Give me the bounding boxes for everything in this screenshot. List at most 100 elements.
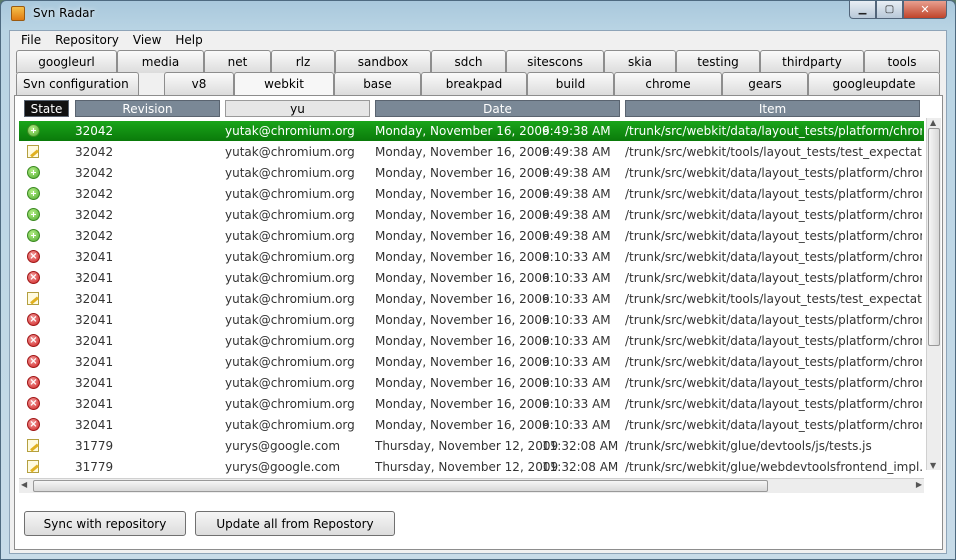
tab-webkit[interactable]: webkit xyxy=(234,72,334,95)
tab-sandbox[interactable]: sandbox xyxy=(335,50,431,73)
date-cell: Monday, November 16, 2009 xyxy=(375,145,550,159)
deleted-icon: × xyxy=(27,355,40,368)
date-cell: Monday, November 16, 2009 xyxy=(375,355,550,369)
header-state[interactable]: State xyxy=(24,100,69,117)
tab-net[interactable]: net xyxy=(204,50,271,73)
author-cell: yutak@chromium.org xyxy=(225,397,355,411)
tab-gears[interactable]: gears xyxy=(722,72,808,95)
table-row[interactable]: × 32041 yutak@chromium.org Monday, November… xyxy=(19,268,924,288)
scroll-down-icon[interactable]: ▼ xyxy=(930,461,936,470)
item-cell: /trunk/src/webkit/data/layout_tests/plat… xyxy=(625,166,922,180)
table-row[interactable]: 31779 yurys@google.com Thursday, November … xyxy=(19,436,924,456)
horizontal-scrollbar[interactable]: ◀ ▶ xyxy=(19,478,924,493)
table-row[interactable]: 32042 yutak@chromium.org Monday, November … xyxy=(19,142,924,162)
table-row[interactable]: × 32041 yutak@chromium.org Monday, November… xyxy=(19,394,924,414)
author-cell: yutak@chromium.org xyxy=(225,166,355,180)
item-cell: /trunk/src/webkit/data/layout_tests/plat… xyxy=(625,187,922,201)
tab-chrome[interactable]: chrome xyxy=(614,72,722,95)
time-cell: 6:10:33 AM xyxy=(542,292,611,306)
vertical-scroll-thumb[interactable] xyxy=(928,128,940,346)
update-all-button[interactable]: Update all from Repostory xyxy=(195,511,395,536)
state-cell: × xyxy=(27,271,41,285)
table-row[interactable]: 32042 yutak@chromium.org Monday, November … xyxy=(19,226,924,246)
time-cell: 6:49:38 AM xyxy=(542,208,611,222)
menu-repository[interactable]: Repository xyxy=(48,31,126,49)
tab-sitescons[interactable]: sitescons xyxy=(506,50,604,73)
minimize-icon[interactable]: ▁ xyxy=(849,1,876,19)
header-date[interactable]: Date xyxy=(375,100,620,117)
author-cell: yutak@chromium.org xyxy=(225,208,355,222)
table-row[interactable]: × 32041 yutak@chromium.org Monday, November… xyxy=(19,352,924,372)
maximize-icon[interactable]: ▢ xyxy=(876,1,903,19)
deleted-icon: × xyxy=(27,376,40,389)
item-cell: /trunk/src/webkit/data/layout_tests/plat… xyxy=(625,271,922,285)
tab-testing[interactable]: testing xyxy=(676,50,760,73)
table-row[interactable]: × 32041 yutak@chromium.org Monday, November… xyxy=(19,310,924,330)
scroll-left-icon[interactable]: ◀ xyxy=(21,480,27,489)
table-row[interactable]: 32041 yutak@chromium.org Monday, November … xyxy=(19,289,924,309)
table-row[interactable]: 31779 yurys@google.com Thursday, November … xyxy=(19,457,924,477)
state-cell: × xyxy=(27,418,41,432)
revision-cell: 32041 xyxy=(75,292,114,306)
header-item[interactable]: Item xyxy=(625,100,920,117)
author-cell: yurys@google.com xyxy=(225,460,341,474)
tab-v8[interactable]: v8 xyxy=(164,72,234,95)
author-filter-input[interactable]: yu xyxy=(225,100,370,117)
tab-breakpad[interactable]: breakpad xyxy=(421,72,527,95)
author-cell: yutak@chromium.org xyxy=(225,271,355,285)
modified-icon xyxy=(27,439,39,452)
table-row[interactable]: 32042 yutak@chromium.org Monday, November … xyxy=(19,205,924,225)
tab-googleurl[interactable]: googleurl xyxy=(16,50,117,73)
horizontal-scroll-thumb[interactable] xyxy=(33,480,768,492)
tab-base[interactable]: base xyxy=(334,72,421,95)
table-row[interactable]: 32042 yutak@chromium.org Monday, November … xyxy=(19,184,924,204)
time-cell: 6:10:33 AM xyxy=(542,271,611,285)
author-cell: yutak@chromium.org xyxy=(225,355,355,369)
time-cell: 6:49:38 AM xyxy=(542,166,611,180)
menu-help[interactable]: Help xyxy=(168,31,209,49)
item-cell: /trunk/src/webkit/tools/layout_tests/tes… xyxy=(625,145,922,159)
revision-cell: 32041 xyxy=(75,250,114,264)
table-row[interactable]: × 32041 yutak@chromium.org Monday, November… xyxy=(19,331,924,351)
title-bar[interactable]: Svn Radar ▁ ▢ ✕ xyxy=(1,1,955,29)
menu-view[interactable]: View xyxy=(126,31,168,49)
tab-media[interactable]: media xyxy=(117,50,204,73)
tab-rlz[interactable]: rlz xyxy=(271,50,335,73)
tab-skia[interactable]: skia xyxy=(604,50,676,73)
revision-cell: 31779 xyxy=(75,460,114,474)
time-cell: 6:49:38 AM xyxy=(542,145,611,159)
header-revision[interactable]: Revision xyxy=(75,100,220,117)
tab-build[interactable]: build xyxy=(527,72,614,95)
close-icon[interactable]: ✕ xyxy=(903,1,947,19)
state-cell xyxy=(27,166,41,180)
table-row[interactable]: 32042 yutak@chromium.org Monday, November … xyxy=(19,121,924,141)
state-cell: × xyxy=(27,376,41,390)
table-row[interactable]: × 32041 yutak@chromium.org Monday, November… xyxy=(19,415,924,435)
tab-svn-configuration[interactable]: Svn configuration xyxy=(16,72,139,95)
sync-button[interactable]: Sync with repository xyxy=(24,511,186,536)
tab-googleupdate[interactable]: googleupdate xyxy=(808,72,940,95)
scroll-right-icon[interactable]: ▶ xyxy=(916,480,922,489)
client-area: File Repository View Help googleurl medi… xyxy=(9,30,947,554)
time-cell: 6:49:38 AM xyxy=(542,229,611,243)
state-cell: × xyxy=(27,355,41,369)
menu-file[interactable]: File xyxy=(14,31,48,49)
table-row[interactable]: × 32041 yutak@chromium.org Monday, November… xyxy=(19,373,924,393)
date-cell: Monday, November 16, 2009 xyxy=(375,397,550,411)
item-cell: /trunk/src/webkit/data/layout_tests/plat… xyxy=(625,334,922,348)
tab-panel-webkit: State Revision yu Date Item 32042 yutak@c… xyxy=(14,95,943,550)
table-row[interactable]: × 32041 yutak@chromium.org Monday, November… xyxy=(19,247,924,267)
tab-thirdparty[interactable]: thirdparty xyxy=(760,50,864,73)
deleted-icon: × xyxy=(27,418,40,431)
scroll-up-icon[interactable]: ▲ xyxy=(930,118,936,127)
modified-icon xyxy=(27,460,39,473)
date-cell: Thursday, November 12, 2009 xyxy=(375,439,559,453)
table-row[interactable]: 32042 yutak@chromium.org Monday, November … xyxy=(19,163,924,183)
added-icon xyxy=(27,124,40,137)
date-cell: Monday, November 16, 2009 xyxy=(375,313,550,327)
vertical-scrollbar[interactable]: ▲ ▼ xyxy=(926,118,941,470)
deleted-icon: × xyxy=(27,334,40,347)
tab-tools[interactable]: tools xyxy=(864,50,940,73)
author-cell: yutak@chromium.org xyxy=(225,313,355,327)
tab-sdch[interactable]: sdch xyxy=(431,50,506,73)
